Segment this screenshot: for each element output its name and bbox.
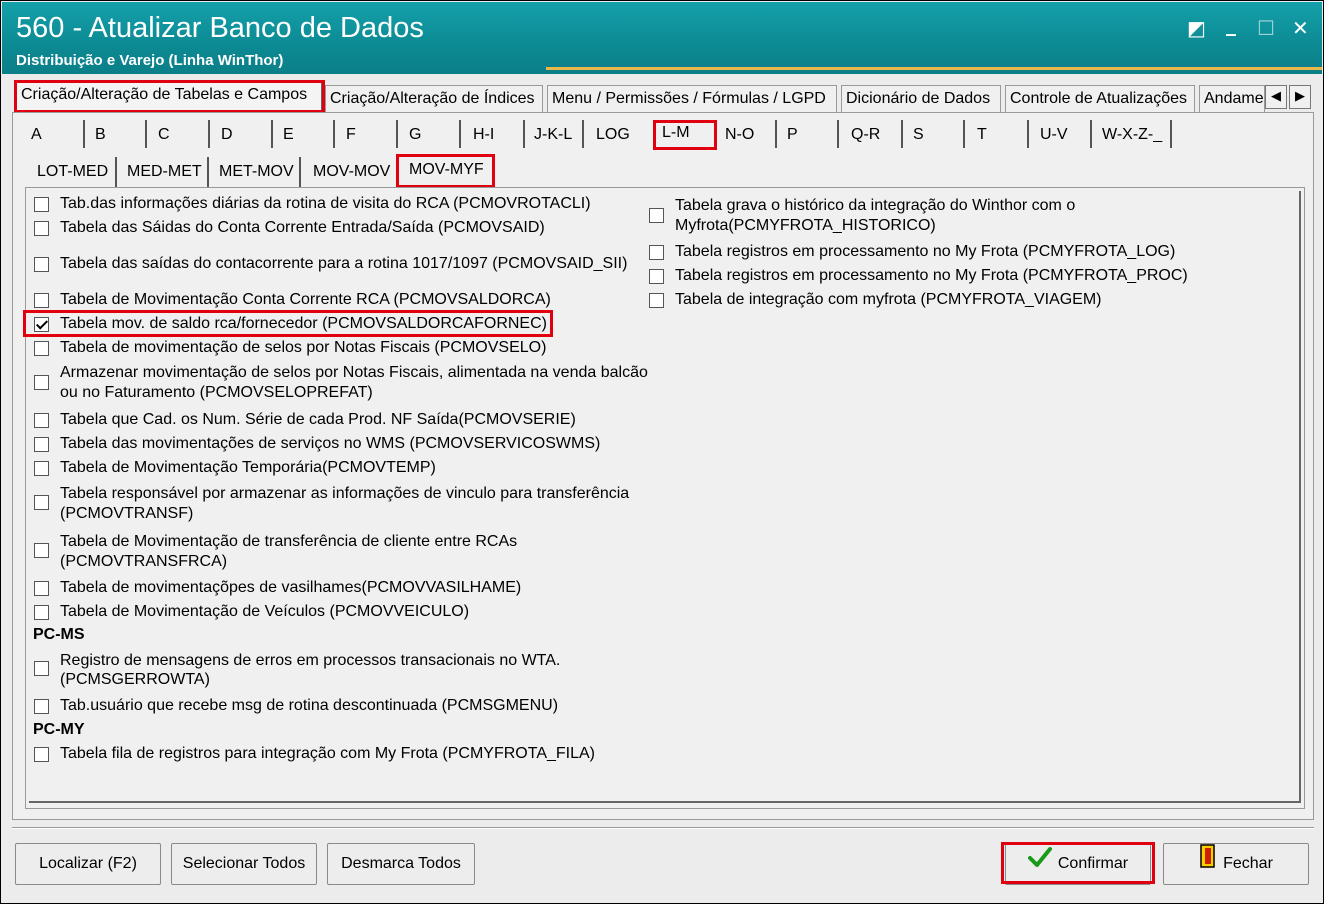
item-label: Tab.usuário que recebe msg de rotina des…: [60, 697, 559, 714]
letter-tab-t[interactable]: T: [973, 120, 1029, 148]
checkbox-pcmyfrota-log[interactable]: [649, 245, 664, 260]
checkbox-pcmovtransfrca[interactable]: [34, 543, 49, 558]
letter-tab-u-v[interactable]: U-V: [1036, 120, 1092, 148]
letter-tab-s[interactable]: S: [909, 120, 965, 148]
checkbox-pcmovsaldorca[interactable]: [34, 293, 49, 308]
item-label: Tabela de integração com myfrota (PCMYFR…: [675, 291, 1102, 308]
scroll-right-icon[interactable]: ▶: [1289, 85, 1311, 109]
item-label: Tabela de Movimentação Conta Corrente RC…: [60, 291, 551, 308]
checkbox-pcmovtransf[interactable]: [34, 495, 49, 510]
window-subtitle: Distribuição e Varejo (Linha WinThor): [16, 52, 284, 69]
item-label: Armazenar movimentação de selos por Nota…: [60, 364, 648, 381]
item-label: Tabela fila de registros para integração…: [60, 745, 595, 762]
item-label: Tabela que Cad. os Num. Série de cada Pr…: [60, 411, 576, 428]
tab-andamento[interactable]: Andame: [1199, 85, 1265, 113]
sub-tab-med-met[interactable]: MED-MET: [121, 157, 209, 187]
highlight-sub-tab: [396, 154, 495, 188]
item-label: Tabela registros em processamento no My …: [675, 267, 1188, 284]
item-label: Tabela registros em processamento no My …: [675, 243, 1176, 260]
checkbox-pcmovrotacli[interactable]: [34, 197, 49, 212]
item-label: Tabela de Movimentação Temporária(PCMOVT…: [60, 459, 436, 476]
checkbox-pcmovsaid-sii[interactable]: [34, 257, 49, 272]
title-bar: 560 - Atualizar Banco de Dados Distribui…: [2, 2, 1322, 74]
fechar-label: Fechar: [1223, 855, 1273, 873]
item-label-line2: (PCMSGERROWTA): [60, 671, 210, 688]
checkbox-pcmovseloprefat[interactable]: [34, 375, 49, 390]
checkbox-pcmovsaid[interactable]: [34, 221, 49, 236]
checkbox-pcmovvasilhame[interactable]: [34, 581, 49, 596]
bottom-separator: [12, 827, 1314, 829]
item-label: Tabela de movimentação de selos por Nota…: [60, 339, 547, 356]
letter-tab-a[interactable]: A: [27, 120, 85, 148]
item-label: Registro de mensagens de erros em proces…: [60, 652, 561, 669]
letter-tab-g[interactable]: G: [405, 120, 461, 148]
item-label: Tabela das movimentações de serviços no …: [60, 435, 601, 452]
letter-tab-d[interactable]: D: [217, 120, 273, 148]
checkbox-pcmyfrota-proc[interactable]: [649, 269, 664, 284]
letter-tab-n-o[interactable]: N-O: [721, 120, 777, 148]
tab-scroll-arrows: ◀ ▶: [1265, 85, 1313, 109]
highlight-checked-item: [23, 310, 553, 337]
checkbox-pcmovservicoswms[interactable]: [34, 437, 49, 452]
item-label-line2: Myfrota(PCMYFROTA_HISTORICO): [675, 217, 936, 234]
letter-tab-f[interactable]: F: [342, 120, 398, 148]
item-label: Tabela responsável por armazenar as info…: [60, 485, 630, 502]
item-label: Tabela das saídas do contacorrente para …: [60, 255, 628, 272]
sub-tab-met-mov[interactable]: MET-MOV: [213, 157, 301, 187]
title-accent-line: [546, 67, 1322, 70]
letter-tab-e[interactable]: E: [279, 120, 335, 148]
app-window: 560 - Atualizar Banco de Dados Distribui…: [0, 0, 1324, 904]
item-label: Tabela de movimentaçõpes de vasilhames(P…: [60, 579, 522, 596]
tab-dicionario[interactable]: Dicionário de Dados: [841, 85, 1001, 113]
checkbox-pcmsgerrowta[interactable]: [34, 661, 49, 676]
checkbox-pcmovveiculo[interactable]: [34, 605, 49, 620]
sub-tab-mov-mov[interactable]: MOV-MOV: [307, 157, 395, 187]
scroll-left-icon[interactable]: ◀: [1265, 85, 1287, 109]
minimize-icon[interactable]: _: [1226, 12, 1236, 36]
fechar-button[interactable]: Fechar: [1163, 843, 1309, 885]
desmarca-todos-button[interactable]: Desmarca Todos: [327, 843, 475, 885]
checkbox-pcmyfrota-viagem[interactable]: [649, 293, 664, 308]
selecionar-todos-button[interactable]: Selecionar Todos: [171, 843, 317, 885]
checkbox-pcmovtemp[interactable]: [34, 461, 49, 476]
item-label: Tabela de Movimentação de transferência …: [60, 533, 518, 550]
checkbox-pcmsgmenu[interactable]: [34, 699, 49, 714]
checkbox-pcmyfrota-historico[interactable]: [649, 208, 664, 223]
localizar-button[interactable]: Localizar (F2): [15, 843, 161, 885]
group-header-pc-ms: PC-MS: [33, 626, 85, 643]
item-label: Tabela das Sáidas do Conta Corrente Entr…: [60, 219, 545, 236]
sub-tab-lot-med[interactable]: LOT-MED: [31, 157, 117, 187]
item-label: Tab.das informações diárias da rotina de…: [60, 195, 591, 212]
maximize-icon[interactable]: ☐: [1257, 16, 1275, 40]
checkbox-pcmyfrota-fila[interactable]: [34, 747, 49, 762]
checkbox-pcmovselo[interactable]: [34, 341, 49, 356]
highlight-letter-tab: [653, 120, 717, 150]
item-label-line2: (PCMOVTRANSFRCA): [60, 553, 228, 570]
letter-tab-log[interactable]: LOG: [592, 120, 650, 148]
tab-indices[interactable]: Criação/Alteração de Índices: [325, 85, 543, 113]
highlight-top-tab: [14, 80, 325, 113]
window-title: 560 - Atualizar Banco de Dados: [16, 12, 424, 44]
letter-tab-j-k-l[interactable]: J-K-L: [530, 120, 584, 148]
group-header-pc-my: PC-MY: [33, 721, 85, 738]
exit-door-icon: [1199, 844, 1217, 884]
checkbox-pcmovserie[interactable]: [34, 413, 49, 428]
tab-controle-atualizacoes[interactable]: Controle de Atualizações: [1005, 85, 1195, 113]
letter-tab-q-r[interactable]: Q-R: [847, 120, 903, 148]
letter-tab-h-i[interactable]: H-I: [469, 120, 525, 148]
restore-icon[interactable]: ◩: [1187, 16, 1206, 40]
item-label: Tabela de Movimentação de Veículos (PCMO…: [60, 603, 470, 620]
item-label: Tabela grava o histórico da integração d…: [675, 197, 1076, 214]
letter-tab-p[interactable]: P: [783, 120, 839, 148]
item-label-line2: (PCMOVTRANSF): [60, 505, 194, 522]
letter-tab-b[interactable]: B: [91, 120, 147, 148]
item-label-line2: ou no Faturamento (PCMOVSELOPREFAT): [60, 384, 373, 401]
tab-menu-permissoes[interactable]: Menu / Permissões / Fórmulas / LGPD: [547, 85, 837, 113]
letter-tab-w-x-z[interactable]: W-X-Z-_: [1098, 120, 1172, 148]
close-icon[interactable]: ✕: [1292, 16, 1309, 40]
highlight-confirmar: [1001, 842, 1155, 884]
letter-tab-c[interactable]: C: [154, 120, 210, 148]
